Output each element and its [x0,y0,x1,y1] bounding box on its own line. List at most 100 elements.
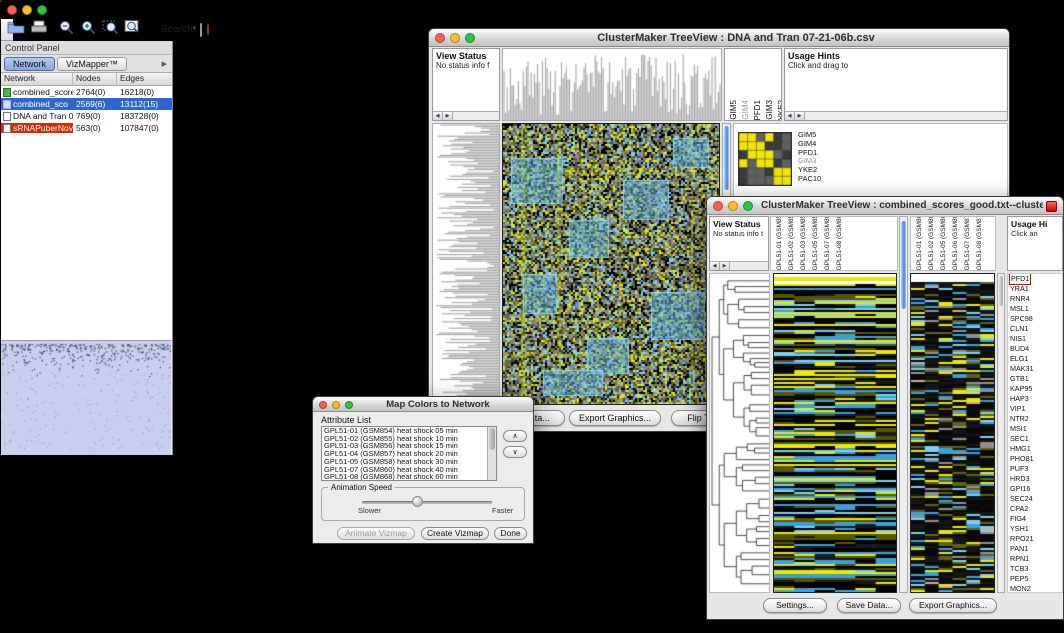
minimize-button[interactable] [728,201,738,211]
treeview-button[interactable]: Export Graphics... [569,410,661,426]
tab-overflow-icon[interactable]: ▶ [162,60,169,68]
gene-label[interactable]: VIP1 [1010,404,1062,414]
network-name: combined_sco [13,99,68,109]
move-up-button[interactable]: ∧ [503,430,527,442]
attribute-list-scrollbar[interactable] [487,427,496,480]
zoom-button[interactable] [37,5,47,15]
scrollbar-thumb[interactable] [489,428,495,450]
dropdown-arrow-icon[interactable]: ▼ [192,26,198,32]
move-down-button[interactable]: ∨ [503,446,527,458]
gene-label[interactable]: BUD4 [1010,344,1062,354]
zoom-in-icon[interactable] [80,19,97,40]
expression-heatmap[interactable] [503,124,719,404]
cluster-correlation-matrix[interactable] [738,132,792,186]
network-overview-thumbnail[interactable] [1,340,171,455]
column-dendrogram[interactable] [503,49,721,120]
zoom-fit-icon[interactable] [124,19,141,40]
scroll-left-icon[interactable]: ◀ [433,112,443,120]
gene-label[interactable]: KAP95 [1010,384,1062,394]
attribute-list[interactable]: GPL51-01 (GSM854) heat shock 05 minGPL51… [321,426,497,481]
gene-label[interactable]: ELG1 [1010,354,1062,364]
tab-vizmapper[interactable]: VizMapper™ [57,57,127,71]
gene-label[interactable]: YRA1 [1010,284,1062,294]
expression-heatmap-right[interactable] [911,274,994,592]
speed-slider-thumb[interactable] [412,496,423,507]
network-table-row[interactable]: combined_sco2569(6)13112(15) [1,98,172,110]
zoom-selection-icon[interactable] [102,19,119,40]
close-button[interactable] [435,33,445,43]
treeview-button[interactable]: Export Graphics... [909,598,997,613]
gene-label[interactable]: PEP5 [1010,574,1062,584]
gene-label[interactable]: PAN1 [1010,544,1062,554]
gene-label[interactable]: GTB1 [1010,374,1062,384]
treeview-dna-titlebar[interactable]: ClusterMaker TreeView : DNA and Tran 07-… [429,29,1009,47]
scroll-right-icon[interactable]: ▶ [443,112,453,120]
treeview-combined-titlebar[interactable]: ClusterMaker TreeView : combined_scores_… [707,197,1063,215]
scroll-right-icon[interactable]: ▶ [720,262,730,270]
dialog-titlebar[interactable]: Map Colors to Network [313,397,533,412]
gene-label[interactable]: HRD3 [1010,474,1062,484]
gene-label[interactable]: MAK31 [1010,364,1062,374]
gene-label[interactable]: MON2 [1010,584,1062,593]
tab-network[interactable]: Network [4,57,55,71]
gene-label[interactable]: RPN1 [1010,554,1062,564]
scrollbar-thumb[interactable] [901,221,906,309]
scroll-left-icon[interactable]: ◀ [710,262,720,270]
panel-scrollbar[interactable]: ◀▶ [710,261,768,270]
print-icon[interactable] [30,20,48,39]
attribute-item[interactable]: GPL51-08 (GSM868) heat shock 60 min [322,473,496,481]
vertical-scrollbar-right[interactable] [997,273,1005,593]
gene-label[interactable]: PFD1 [1010,274,1062,284]
scrollbar-thumb[interactable] [999,276,1003,306]
gene-label[interactable]: HMG1 [1010,444,1062,454]
panel-scrollbar[interactable]: ◀▶ [433,111,499,120]
close-button[interactable] [7,5,17,15]
vertical-scrollbar[interactable] [899,216,908,593]
row-dendrogram[interactable] [710,274,769,592]
scroll-left-icon[interactable]: ◀ [785,112,795,120]
gene-label[interactable]: NIS1 [1010,334,1062,344]
gene-label[interactable]: NTR2 [1010,414,1062,424]
gene-label[interactable]: TCB3 [1010,564,1062,574]
row-dendrogram[interactable] [433,124,499,404]
gene-label[interactable]: RNR4 [1010,294,1062,304]
gene-label[interactable]: CPA2 [1010,504,1062,514]
minimize-button[interactable] [22,5,32,15]
zoom-out-icon[interactable] [58,19,75,40]
zoom-button[interactable] [743,201,753,211]
treeview-button[interactable]: Save Data... [837,598,901,613]
treeview-button[interactable]: Settings... [763,598,827,613]
gene-label[interactable]: HAP3 [1010,394,1062,404]
gene-label[interactable]: PUF3 [1010,464,1062,474]
open-folder-icon[interactable] [7,20,25,39]
minimize-button[interactable] [332,401,340,409]
minimize-button[interactable] [450,33,460,43]
create-vizmap-button[interactable]: Create Vizmap [421,527,489,540]
gene-label[interactable]: SEC24 [1010,494,1062,504]
gene-label[interactable]: RPO21 [1010,534,1062,544]
done-button[interactable]: Done [494,527,527,540]
gene-label[interactable]: MSI1 [1010,424,1062,434]
close-button[interactable] [713,201,723,211]
plugin-icon[interactable] [207,23,209,36]
expression-heatmap-left[interactable] [774,274,896,592]
gene-label[interactable]: FIG4 [1010,514,1062,524]
close-button[interactable] [319,401,327,409]
search-input[interactable]: ▼ [200,23,202,37]
gene-label[interactable]: CLN1 [1010,324,1062,334]
zoom-button[interactable] [345,401,353,409]
gene-label[interactable]: SEC1 [1010,434,1062,444]
gene-label[interactable]: MSL1 [1010,304,1062,314]
gene-label[interactable]: YSH1 [1010,524,1062,534]
network-table-row[interactable]: DNA and Tran 07769(0)183728(0) [1,110,172,122]
network-table-row[interactable]: combined_scores2764(0)16218(0) [1,86,172,98]
scrollbar-thumb[interactable] [724,126,729,190]
gene-label[interactable]: SPC98 [1010,314,1062,324]
network-table-row[interactable]: sRNAPuberNov2563(0)107847(0) [1,122,172,134]
gene-label[interactable]: PHO81 [1010,454,1062,464]
speed-slider[interactable] [362,501,492,504]
zoom-button[interactable] [465,33,475,43]
scroll-right-icon[interactable]: ▶ [795,112,805,120]
panel-scrollbar[interactable]: ◀▶ [785,111,1007,120]
gene-label[interactable]: GPI16 [1010,484,1062,494]
